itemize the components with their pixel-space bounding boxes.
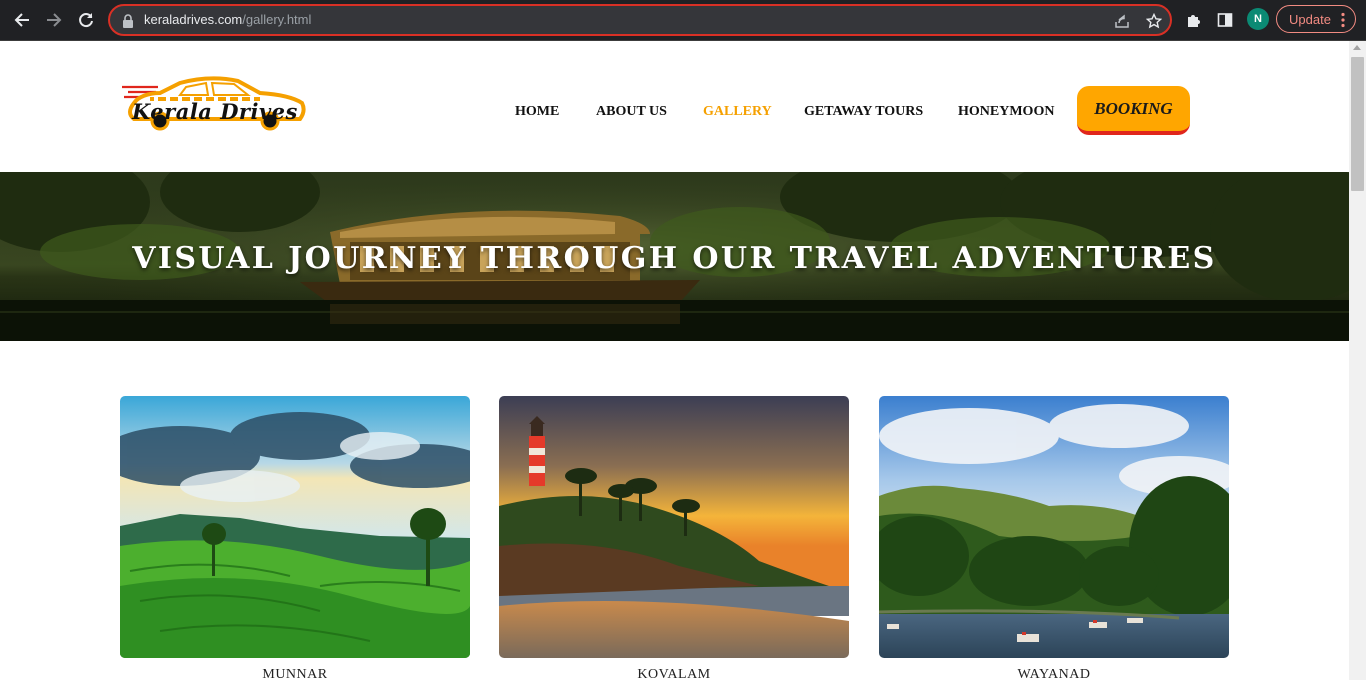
munnar-image (120, 396, 470, 658)
logo[interactable]: Kerala Drives (120, 75, 308, 135)
nav-honeymoon[interactable]: HONEYMOON (958, 104, 1054, 120)
lock-icon (122, 14, 134, 28)
nav-gallery[interactable]: GALLERY (703, 104, 772, 120)
logo-text: Kerala Drives (132, 99, 298, 124)
more-vert-icon[interactable] (1341, 12, 1345, 31)
bookmark-star-icon[interactable] (1145, 12, 1163, 30)
nav-about-us[interactable]: ABOUT US (596, 104, 667, 120)
reload-icon[interactable] (74, 8, 98, 32)
booking-button[interactable]: BOOKING (1077, 86, 1190, 135)
nav-home[interactable]: HOME (515, 104, 559, 120)
back-arrow-icon[interactable] (10, 8, 34, 32)
update-button[interactable]: Update (1276, 5, 1356, 33)
web-page: Kerala Drives HOME ABOUT US GALLERY GETA… (0, 41, 1349, 680)
hero-title: VISUAL JOURNEY THROUGH OUR TRAVEL ADVENT… (132, 241, 1217, 276)
hero-banner: VISUAL JOURNEY THROUGH OUR TRAVEL ADVENT… (0, 172, 1349, 341)
forward-arrow-icon[interactable] (42, 8, 66, 32)
scroll-thumb[interactable] (1351, 57, 1364, 191)
site-header: Kerala Drives HOME ABOUT US GALLERY GETA… (0, 41, 1349, 172)
gallery-card-kovalam[interactable] (499, 396, 849, 658)
gallery-caption-kovalam: KOVALAM (637, 667, 711, 680)
gallery-card-munnar[interactable] (120, 396, 470, 658)
gallery-card-wayanad[interactable] (879, 396, 1229, 658)
gallery-caption-munnar: MUNNAR (262, 667, 328, 680)
url-path: /gallery.html (242, 12, 312, 27)
nav-getaway-tours[interactable]: GETAWAY TOURS (804, 104, 923, 120)
kovalam-image (499, 396, 849, 658)
address-bar[interactable]: keraladrives.com/gallery.html (108, 4, 1172, 36)
url-host: keraladrives.com (144, 12, 243, 27)
url-text: keraladrives.com/gallery.html (144, 12, 311, 27)
gallery-caption-wayanad: WAYANAD (1017, 667, 1091, 680)
update-label: Update (1289, 11, 1331, 27)
profile-avatar[interactable]: N (1247, 8, 1269, 30)
share-icon[interactable] (1113, 12, 1131, 30)
browser-toolbar: keraladrives.com/gallery.html N Update (0, 0, 1366, 41)
extensions-puzzle-icon[interactable] (1183, 9, 1205, 31)
wayanad-image (879, 396, 1229, 658)
page-scrollbar[interactable] (1349, 41, 1366, 680)
side-panel-icon[interactable] (1214, 9, 1236, 31)
scroll-up-arrow-icon[interactable] (1353, 45, 1361, 50)
